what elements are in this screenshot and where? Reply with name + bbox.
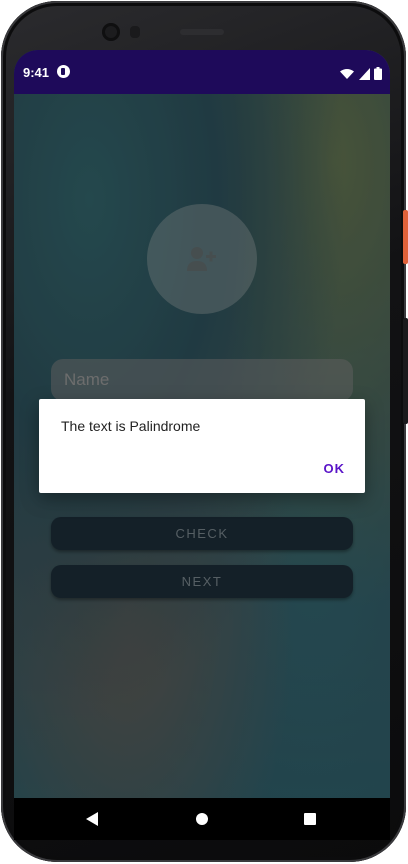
navigation-bar <box>14 798 390 840</box>
status-time: 9:41 <box>23 65 50 80</box>
signal-icon <box>358 67 370 80</box>
wifi-icon <box>340 68 355 79</box>
notification-app-icon <box>57 65 70 78</box>
app-screen: 9:41 Name CHECK NEXT The text is Palindr… <box>14 50 390 798</box>
back-icon[interactable] <box>86 812 98 826</box>
alert-dialog: The text is Palindrome OK <box>39 399 365 493</box>
dialog-message: The text is Palindrome <box>61 418 201 434</box>
status-bar: 9:41 <box>14 50 390 94</box>
recents-icon[interactable] <box>304 813 316 825</box>
dialog-ok-button[interactable]: OK <box>324 461 346 476</box>
volume-button[interactable] <box>403 318 408 424</box>
battery-icon <box>374 67 382 81</box>
camera-sensor <box>130 26 140 38</box>
home-icon[interactable] <box>196 813 208 825</box>
front-camera <box>102 23 120 41</box>
power-button[interactable] <box>403 210 408 264</box>
earpiece-speaker <box>180 29 224 35</box>
status-icons <box>340 65 382 83</box>
